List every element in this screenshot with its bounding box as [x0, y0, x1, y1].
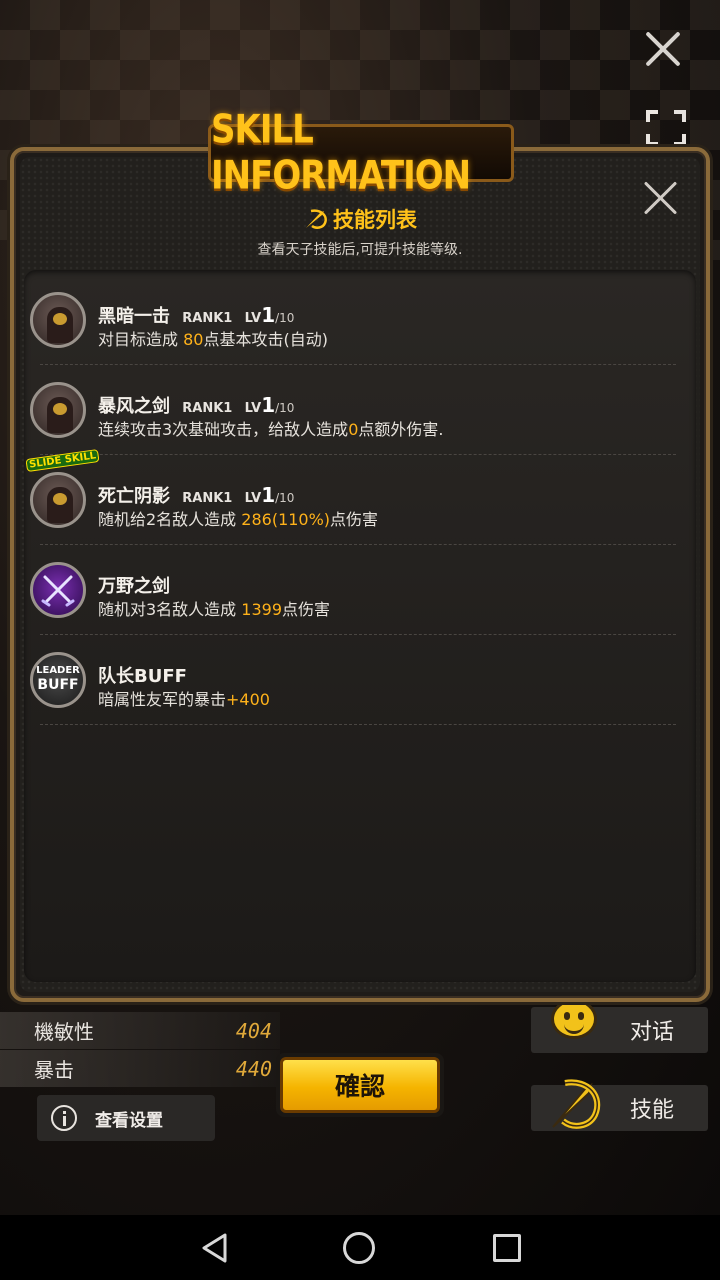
slide-skill-badge: SLIDE SKILL: [25, 448, 100, 473]
skill-description: 随机给2名敌人造成 286(110%)点伤害: [98, 506, 378, 530]
skill-button[interactable]: 技能: [531, 1079, 708, 1131]
skill-title: 死亡阴影: [98, 486, 170, 507]
skill-description: 暗属性友军的暴击+400: [98, 686, 270, 710]
skill-level-max: /10: [275, 401, 295, 415]
skill-title: 黑暗一击: [98, 306, 170, 327]
stat-value: 404: [235, 1018, 272, 1043]
dark-figure-icon: [30, 472, 86, 528]
stat-label: 暴击: [34, 1058, 74, 1082]
skill-title: 万野之剑: [98, 576, 170, 597]
desc-highlight: +400: [226, 690, 270, 709]
skill-name: 黑暗一击 RANK1 LV1/10: [98, 302, 294, 328]
skill-row[interactable]: SLIDE SKILL 死亡阴影 RANK1 LV1/10 随机给2名敌人造成 …: [25, 448, 676, 542]
list-heading-label: 技能列表: [333, 208, 417, 232]
home-icon[interactable]: [343, 1232, 375, 1264]
desc-highlight: 286(110%): [241, 510, 331, 529]
desc-text: 点伤害: [282, 600, 331, 619]
skill-icon: [552, 1079, 601, 1129]
skill-row[interactable]: 暴风之剑 RANK1 LV1/10 连续攻击3次基础攻击，给敌人造成0点额外伤害…: [30, 362, 676, 452]
skill-level-max: /10: [275, 311, 295, 325]
skill-name: 队长BUFF: [98, 662, 187, 688]
stat-value: 440: [235, 1056, 272, 1081]
skill-description: 连续攻击3次基础攻击，给敌人造成0点额外伤害.: [98, 416, 443, 440]
skill-lv: LV: [244, 311, 262, 326]
skill-title: 队长BUFF: [98, 666, 187, 687]
android-nav-bar: [0, 1215, 720, 1280]
talk-label: 对话: [629, 1020, 674, 1045]
confirm-button-face: 確認: [280, 1057, 440, 1113]
desc-highlight: 80: [183, 330, 204, 349]
list-heading: 技能列表: [0, 204, 720, 234]
skill-level: 1: [261, 483, 276, 507]
divider: [40, 724, 676, 725]
skill-level: 1: [261, 303, 276, 327]
skill-title: 暴风之剑: [98, 396, 170, 417]
skill-description: 对目标造成 80点基本攻击(自动): [98, 326, 328, 350]
title-text: SKILL INFORMATION: [211, 107, 471, 199]
view-settings-button[interactable]: 查看设置: [37, 1095, 215, 1141]
buff-text: BUFF: [37, 677, 79, 693]
skill-lv: LV: [244, 491, 262, 506]
skill-level-max: /10: [275, 491, 295, 505]
leader-buff-icon-text: LEADER BUFF: [33, 665, 83, 693]
skill-row[interactable]: LEADER BUFF 队长BUFF 暗属性友军的暴击+400: [30, 632, 676, 722]
skill-description: 随机对3名敌人造成 1399点伤害: [98, 596, 330, 620]
talk-button[interactable]: 对话: [531, 999, 708, 1053]
desc-text: 对目标造成: [98, 330, 184, 349]
info-icon: [51, 1105, 77, 1131]
desc-text: 连续攻击3次基础攻击，给敌人造成: [98, 420, 349, 439]
title-banner: SKILL INFORMATION: [208, 107, 514, 199]
desc-text: 点额外伤害.: [358, 420, 444, 439]
close-icon[interactable]: [642, 28, 684, 70]
skill-row[interactable]: 黑暗一击 RANK1 LV1/10 对目标造成 80点基本攻击(自动): [30, 272, 676, 362]
view-settings-label: 查看设置: [95, 1110, 163, 1131]
skill-row[interactable]: 万野之剑 随机对3名敌人造成 1399点伤害: [30, 542, 676, 632]
recent-apps-icon[interactable]: [493, 1234, 521, 1262]
skill-rank: RANK1: [182, 491, 233, 506]
skill-name: 万野之剑: [98, 572, 170, 598]
desc-text: 点基本攻击(自动): [203, 330, 328, 349]
skill-rank: RANK1: [182, 401, 233, 416]
fullscreen-icon[interactable]: [646, 110, 686, 146]
dark-figure-icon: [30, 382, 86, 438]
leader-text: LEADER: [36, 665, 80, 676]
confirm-button[interactable]: 確認: [276, 1053, 444, 1117]
stat-label: 機敏性: [34, 1020, 94, 1044]
leader-buff-icon: LEADER BUFF: [30, 652, 86, 708]
desc-text: 点伤害: [330, 510, 379, 529]
skill-label: 技能: [629, 1098, 674, 1123]
smile-icon: [551, 999, 597, 1039]
list-subtitle: 查看天子技能后,可提升技能等级.: [257, 242, 463, 258]
stat-row: 機敏性 404: [0, 1012, 280, 1049]
skill-name: 暴风之剑 RANK1 LV1/10: [98, 392, 294, 418]
desc-highlight: 0: [348, 420, 359, 439]
skill-name: 死亡阴影 RANK1 LV1/10: [98, 482, 294, 508]
skill-rank: RANK1: [182, 311, 233, 326]
desc-text: 随机给2名敌人造成: [98, 510, 242, 529]
back-icon[interactable]: [200, 1232, 230, 1264]
skill-level: 1: [261, 393, 276, 417]
crossed-swords-icon: [30, 562, 86, 618]
skill-heading-icon: [306, 209, 327, 229]
dark-figure-icon: [30, 292, 86, 348]
desc-text: 暗属性友军的暴击: [98, 690, 227, 709]
desc-highlight: 1399: [241, 600, 282, 619]
skill-lv: LV: [244, 401, 262, 416]
confirm-label: 確認: [334, 1072, 385, 1101]
stats-list: 機敏性 404 暴击 440: [0, 1012, 280, 1088]
desc-text: 随机对3名敌人造成: [98, 600, 242, 619]
stat-row: 暴击 440: [0, 1050, 280, 1087]
